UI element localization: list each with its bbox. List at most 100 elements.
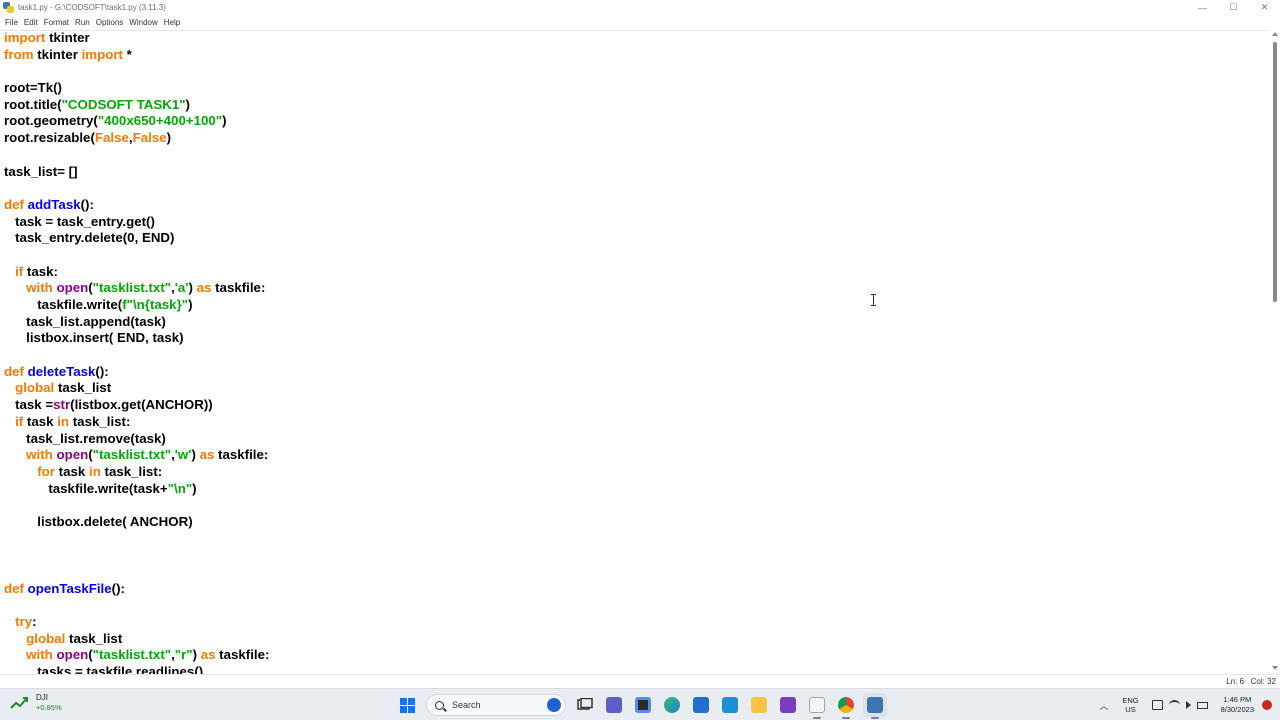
code-line[interactable]: task_list= []: [4, 164, 269, 181]
code-line[interactable]: def addTask():: [4, 197, 269, 214]
code-line[interactable]: [4, 531, 269, 548]
code-line[interactable]: if task:: [4, 264, 269, 281]
code-line[interactable]: with open("tasklist.txt",'a') as taskfil…: [4, 280, 269, 297]
menu-window[interactable]: Window: [129, 18, 157, 27]
menu-file[interactable]: File: [5, 18, 18, 27]
code-token: ): [188, 297, 193, 312]
taskbar-apps: Search: [393, 692, 889, 719]
code-line[interactable]: [4, 497, 269, 514]
code-token: task_list:: [100, 463, 163, 479]
code-token: task =: [4, 397, 54, 413]
stock-chart-icon: [10, 695, 30, 711]
code-line[interactable]: task_list.remove(task): [4, 431, 269, 448]
edge-button[interactable]: [660, 693, 684, 717]
store-icon: [634, 697, 651, 713]
code-line[interactable]: taskfile.write(f"\n{task}"): [4, 297, 269, 314]
visual-studio-button[interactable]: [776, 693, 800, 717]
code-line[interactable]: task_list.append(task): [4, 314, 269, 331]
code-line[interactable]: if task in task_list:: [4, 414, 269, 431]
code-line[interactable]: [4, 347, 269, 364]
bing-icon[interactable]: [547, 698, 561, 712]
code-token: 'a': [174, 280, 189, 296]
maximize-button[interactable]: ☐: [1218, 0, 1249, 15]
code-token: task = task_entry.get(): [4, 213, 155, 229]
code-line[interactable]: global task_list: [4, 380, 269, 397]
code-token: if: [15, 263, 24, 279]
code-line[interactable]: task = task_entry.get(): [4, 214, 269, 231]
code-line[interactable]: root.geometry("400x650+400+100"): [4, 113, 269, 130]
code-token: root=Tk(): [4, 80, 62, 96]
scrollbar-thumb[interactable]: [1273, 42, 1277, 302]
menu-run[interactable]: Run: [75, 18, 90, 27]
store-button[interactable]: [631, 693, 655, 717]
menu-format[interactable]: Format: [44, 18, 69, 27]
code-token: False: [132, 130, 167, 146]
code-token: ): [166, 130, 172, 146]
code-line[interactable]: task_entry.delete(0, END): [4, 230, 269, 247]
task-view-button[interactable]: [573, 693, 597, 717]
code-line[interactable]: taskfile.write(task+"\n"): [4, 481, 269, 498]
scroll-down-icon[interactable]: [1272, 666, 1278, 670]
code-line[interactable]: import tkinter: [4, 30, 269, 47]
code-line[interactable]: root=Tk(): [4, 80, 269, 97]
code-editor[interactable]: import tkinter from tkinter import * root=…: [0, 30, 1270, 674]
code-line[interactable]: task =str(listbox.get(ANCHOR)): [4, 397, 269, 414]
code-token: (listbox.get(ANCHOR)): [70, 397, 213, 413]
chrome-button[interactable]: [834, 693, 858, 719]
vertical-scrollbar[interactable]: [1270, 30, 1280, 674]
code-line[interactable]: [4, 180, 269, 197]
scroll-up-icon[interactable]: [1272, 32, 1278, 36]
code-line[interactable]: [4, 147, 269, 164]
code-text[interactable]: import tkinter from tkinter import * root=…: [4, 30, 269, 674]
code-line[interactable]: try:: [4, 614, 269, 631]
teams-button[interactable]: [602, 693, 626, 717]
code-token: import: [4, 30, 46, 45]
window-controls: — ☐ ✕: [1187, 0, 1280, 15]
code-line[interactable]: [4, 597, 269, 614]
code-token: ): [192, 647, 201, 663]
code-line[interactable]: root.resizable(False,False): [4, 130, 269, 147]
code-line[interactable]: with open("tasklist.txt",'w') as taskfil…: [4, 447, 269, 464]
file-explorer-button[interactable]: [747, 693, 771, 717]
menu-edit[interactable]: Edit: [24, 18, 38, 27]
code-token: str: [53, 397, 71, 413]
python-idle-icon: [3, 1, 15, 14]
taskbar-search[interactable]: Search: [426, 694, 566, 716]
minimize-button[interactable]: —: [1187, 0, 1218, 15]
code-line[interactable]: global task_list: [4, 631, 269, 648]
code-line[interactable]: def deleteTask():: [4, 364, 269, 381]
code-token: task: [54, 463, 89, 479]
show-hidden-icons-button[interactable]: ︿: [1099, 699, 1108, 712]
python-file-button[interactable]: [805, 693, 829, 719]
code-line[interactable]: [4, 247, 269, 264]
code-line[interactable]: tasks = taskfile.readlines(): [4, 664, 269, 674]
code-line[interactable]: def openTaskFile():: [4, 581, 269, 598]
notification-icon[interactable]: [1262, 700, 1272, 710]
code-line[interactable]: root.title("CODSOFT TASK1"): [4, 97, 269, 114]
start-button[interactable]: [396, 693, 420, 717]
code-token: if: [15, 413, 24, 429]
code-line[interactable]: listbox.delete( ANCHOR): [4, 514, 269, 531]
code-line[interactable]: for task in task_list:: [4, 464, 269, 481]
code-line[interactable]: listbox.insert( END, task): [4, 330, 269, 347]
language-indicator[interactable]: ENG US: [1122, 696, 1138, 714]
code-line[interactable]: with open("tasklist.txt","r") as taskfil…: [4, 647, 269, 664]
code-line[interactable]: [4, 63, 269, 80]
quick-settings[interactable]: [1149, 700, 1211, 710]
menu-options[interactable]: Options: [96, 18, 124, 27]
stock-widget[interactable]: DJI +0.85%: [10, 693, 62, 713]
code-line[interactable]: from tkinter import *: [4, 47, 269, 64]
idle-button[interactable]: [862, 693, 887, 719]
close-button[interactable]: ✕: [1249, 0, 1280, 15]
photos-button[interactable]: [718, 693, 742, 717]
clock[interactable]: 1:46 PM 8/30/2023: [1221, 695, 1254, 715]
code-line[interactable]: [4, 564, 269, 581]
code-line[interactable]: [4, 547, 269, 564]
mail-button[interactable]: [689, 693, 713, 717]
code-token: global: [15, 380, 55, 396]
menu-help[interactable]: Help: [164, 18, 180, 27]
code-token: as: [196, 280, 212, 296]
code-token: tkinter: [33, 46, 82, 62]
